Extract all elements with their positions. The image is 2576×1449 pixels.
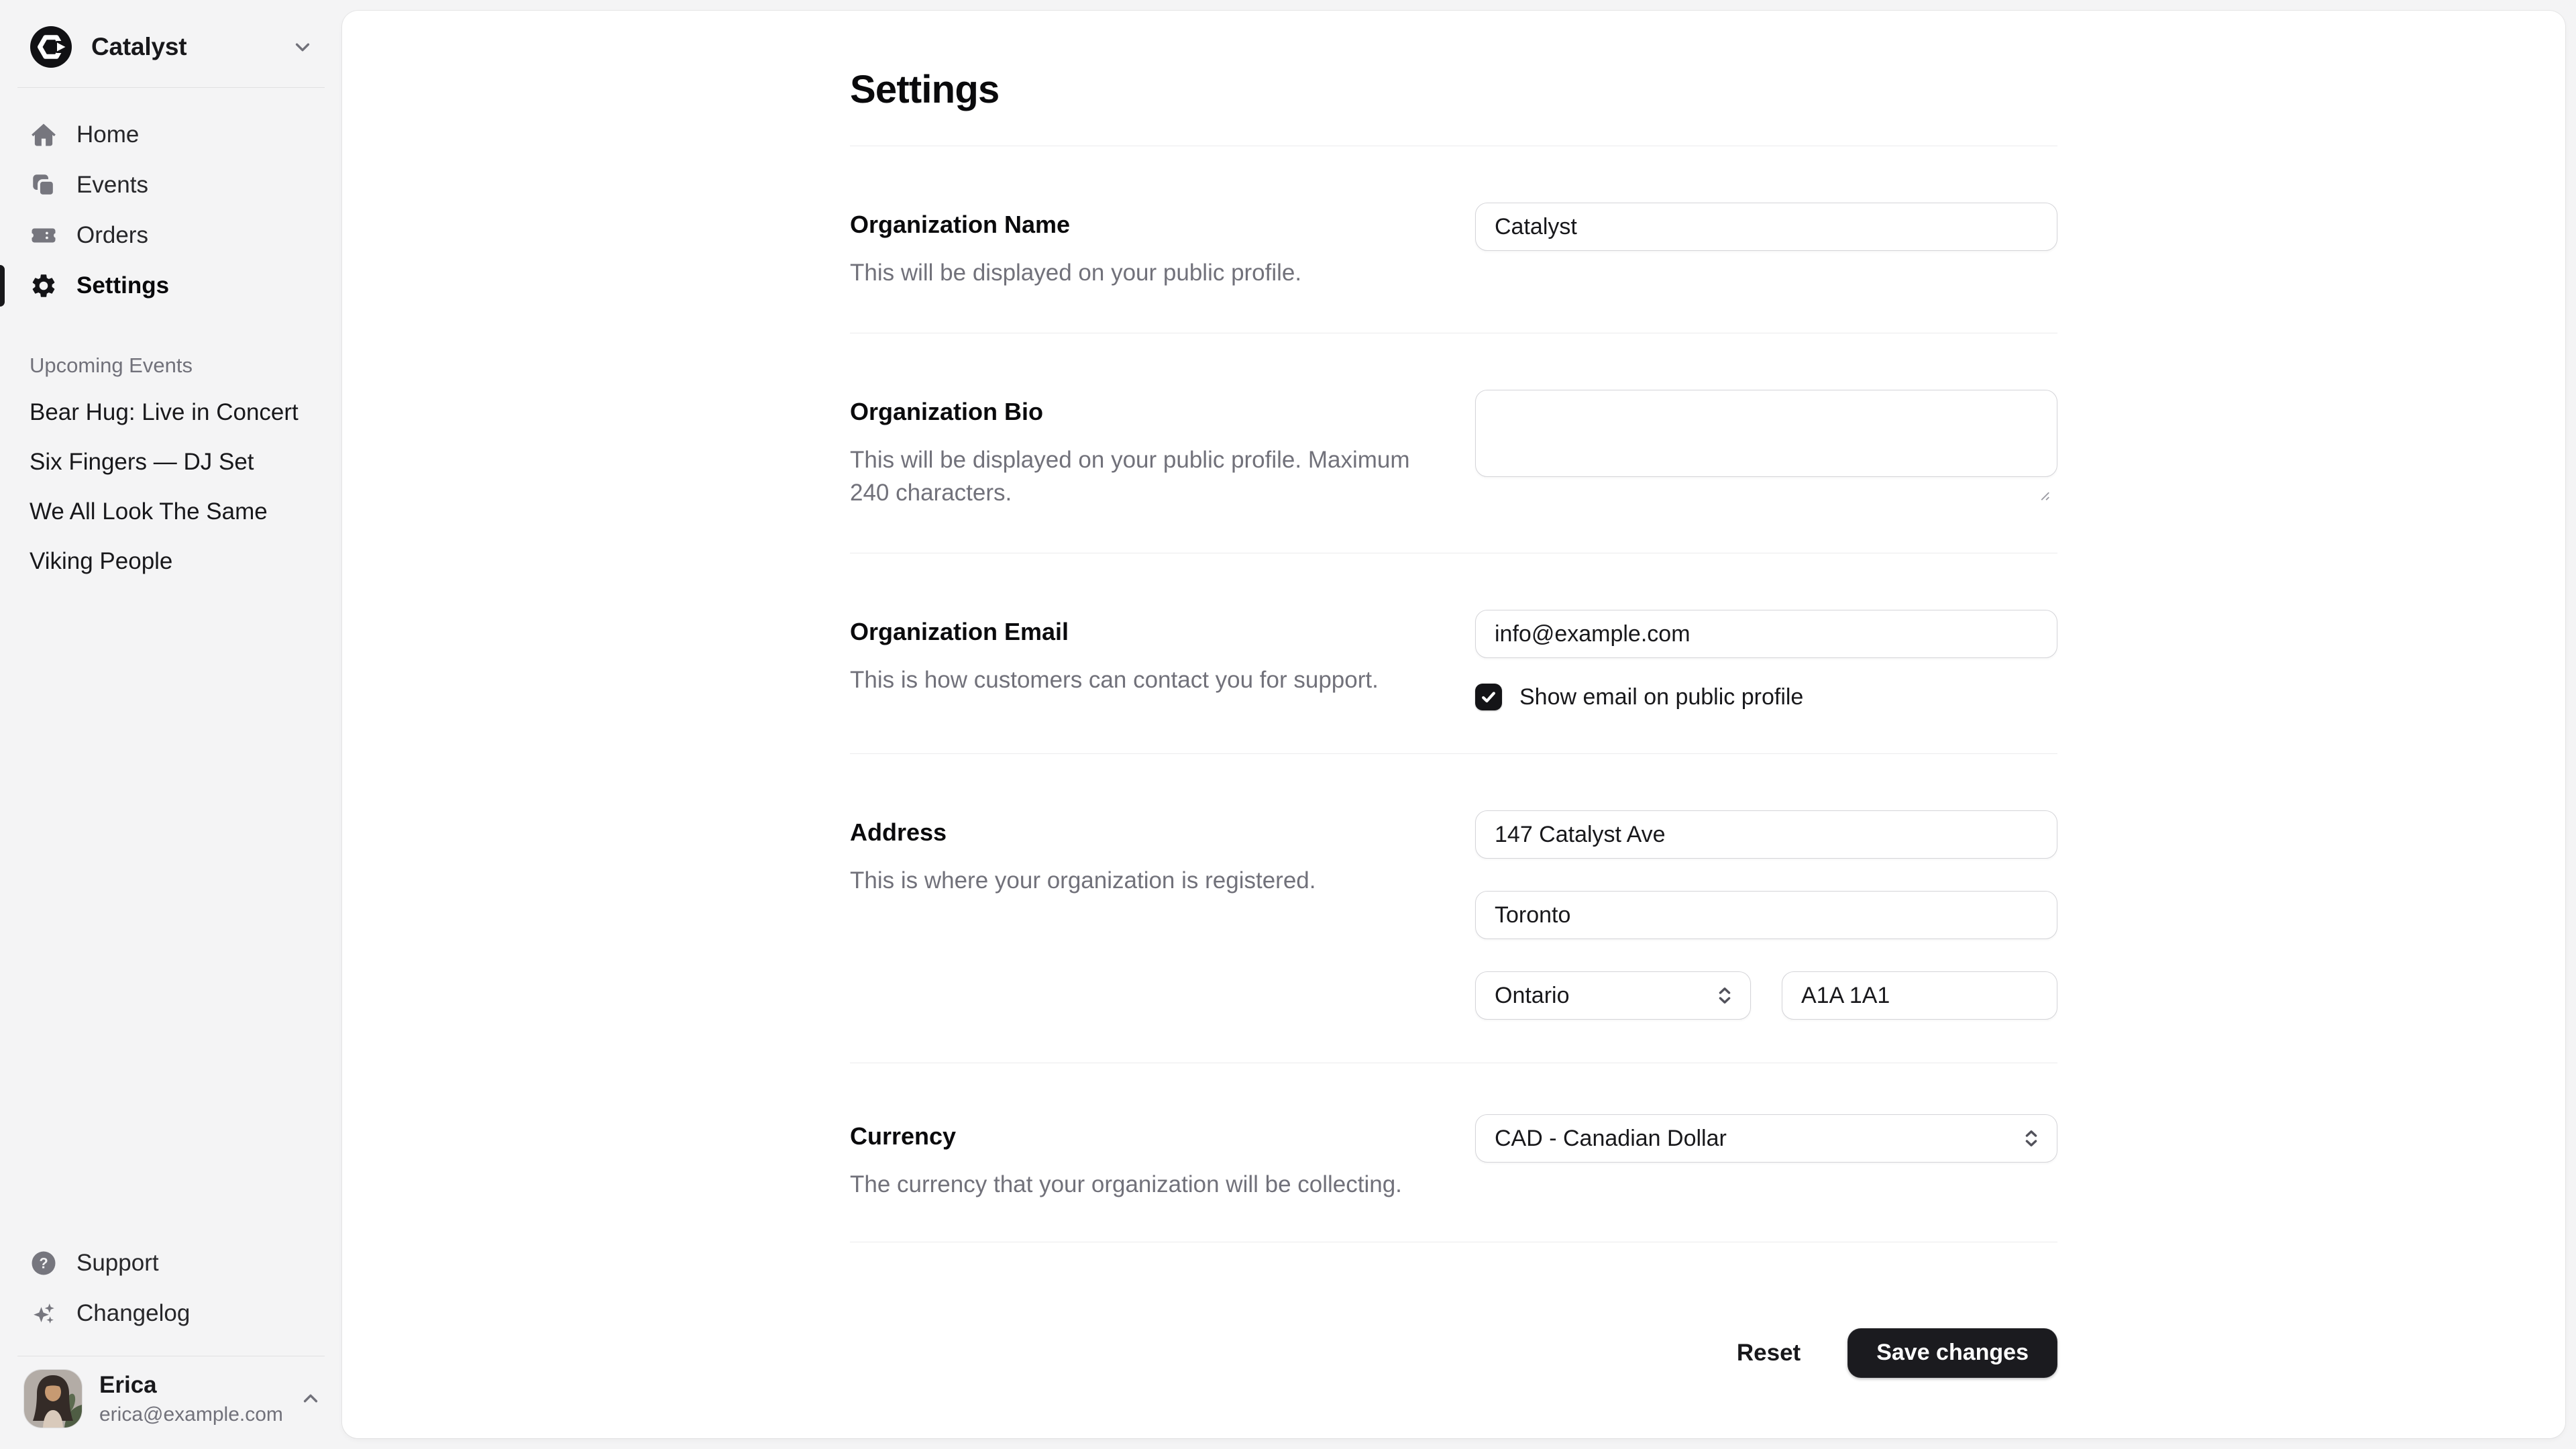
street-address-input[interactable]: [1475, 810, 2057, 859]
region-postal-row: Ontario: [1475, 971, 2057, 1020]
reset-button[interactable]: Reset: [1733, 1333, 1805, 1373]
address-description: This is where your organization is regis…: [850, 864, 1432, 898]
section-controls: [1475, 390, 2057, 510]
organization-name-input[interactable]: [1475, 203, 2057, 251]
currency-description: The currency that your organization will…: [850, 1168, 1432, 1201]
chevron-down-icon: [292, 37, 313, 57]
section-controls: Ontario: [1475, 810, 2057, 1020]
chevron-up-down-icon: [2021, 1128, 2042, 1149]
show-email-checkbox[interactable]: [1475, 684, 1502, 710]
organization-email-description: This is how customers can contact you fo…: [850, 663, 1432, 697]
event-link[interactable]: Bear Hug: Live in Concert: [17, 388, 325, 437]
event-link[interactable]: Six Fingers — DJ Set: [17, 438, 325, 486]
organization-name-label: Organization Name: [850, 211, 1432, 239]
sidebar-item-label: Settings: [76, 272, 169, 299]
show-email-checkbox-label: Show email on public profile: [1519, 684, 1803, 710]
page-title: Settings: [850, 67, 2057, 112]
currency-select-value: CAD - Canadian Dollar: [1495, 1126, 1727, 1152]
section-header: Organization Email This is how customers…: [850, 610, 1432, 710]
currency-label: Currency: [850, 1122, 1432, 1150]
organization-name-description: This will be displayed on your public pr…: [850, 256, 1432, 290]
check-icon: [1480, 688, 1497, 706]
upcoming-events-list: Bear Hug: Live in Concert Six Fingers — …: [0, 388, 342, 587]
event-link[interactable]: Viking People: [17, 537, 325, 586]
currency-select[interactable]: CAD - Canadian Dollar: [1475, 1114, 2057, 1163]
sidebar: Catalyst Home Events Orders: [0, 0, 342, 1449]
organization-bio-description: This will be displayed on your public pr…: [850, 443, 1432, 510]
user-email: erica@example.com: [99, 1403, 283, 1426]
sidebar-item-orders[interactable]: Orders: [17, 211, 325, 260]
main-panel: Settings Organization Name This will be …: [342, 11, 2565, 1438]
workspace-switcher[interactable]: Catalyst: [17, 17, 325, 76]
svg-text:?: ?: [39, 1255, 48, 1272]
sidebar-footer-nav: ? Support Changelog: [0, 1239, 342, 1356]
workspace-name: Catalyst: [91, 33, 186, 61]
ticket-icon: [30, 221, 58, 250]
sidebar-item-changelog[interactable]: Changelog: [17, 1289, 325, 1338]
sidebar-item-settings[interactable]: Settings: [17, 262, 325, 310]
sidebar-item-label: Changelog: [76, 1300, 190, 1327]
catalyst-logo-icon: [30, 25, 72, 68]
city-input[interactable]: [1475, 891, 2057, 939]
sidebar-item-label: Support: [76, 1250, 159, 1277]
sidebar-item-label: Orders: [76, 222, 148, 249]
organization-email-label: Organization Email: [850, 618, 1432, 646]
section-header: Organization Name This will be displayed…: [850, 203, 1432, 290]
address-label: Address: [850, 818, 1432, 847]
section-organization-name: Organization Name This will be displayed…: [850, 146, 2057, 333]
workspace-header: Catalyst: [17, 17, 325, 88]
section-controls: Show email on public profile: [1475, 610, 2057, 710]
sparkles-icon: [30, 1299, 58, 1328]
section-address: Address This is where your organization …: [850, 753, 2057, 1063]
section-controls: [1475, 203, 2057, 290]
sidebar-item-label: Events: [76, 172, 148, 199]
section-currency: Currency The currency that your organiza…: [850, 1063, 2057, 1242]
user-name: Erica: [99, 1372, 283, 1399]
section-header: Organization Bio This will be displayed …: [850, 390, 1432, 510]
question-circle-icon: ?: [30, 1249, 58, 1277]
section-header: Address This is where your organization …: [850, 810, 1432, 1020]
organization-bio-textarea[interactable]: [1475, 390, 2057, 477]
events-stack-icon: [30, 171, 58, 199]
home-icon: [30, 121, 58, 149]
postal-code-input[interactable]: [1782, 971, 2057, 1020]
chevron-up-down-icon: [1714, 985, 1735, 1006]
region-select-value: Ontario: [1495, 983, 1570, 1009]
section-organization-email: Organization Email This is how customers…: [850, 553, 2057, 753]
sidebar-item-support[interactable]: ? Support: [17, 1239, 325, 1287]
section-header: Currency The currency that your organiza…: [850, 1114, 1432, 1201]
form-actions: Reset Save changes: [850, 1242, 2057, 1438]
sidebar-nav: Home Events Orders Settings: [0, 88, 342, 312]
organization-email-input[interactable]: [1475, 610, 2057, 658]
sidebar-user-section: Erica erica@example.com: [17, 1356, 325, 1449]
settings-content: Settings Organization Name This will be …: [850, 11, 2057, 1438]
user-menu[interactable]: Erica erica@example.com: [17, 1370, 325, 1428]
section-controls: CAD - Canadian Dollar: [1475, 1114, 2057, 1201]
resize-handle-icon[interactable]: [2036, 487, 2051, 502]
upcoming-events-heading: Upcoming Events: [0, 354, 342, 378]
gear-icon: [30, 272, 58, 300]
user-meta: Erica erica@example.com: [99, 1372, 283, 1426]
chevron-up-icon: [301, 1389, 321, 1409]
show-email-row: Show email on public profile: [1475, 684, 2057, 710]
avatar: [24, 1370, 82, 1428]
sidebar-item-home[interactable]: Home: [17, 111, 325, 159]
event-link[interactable]: We All Look The Same: [17, 488, 325, 536]
region-select[interactable]: Ontario: [1475, 971, 1751, 1020]
save-changes-button[interactable]: Save changes: [1847, 1328, 2057, 1378]
sidebar-spacer: [0, 587, 342, 1239]
sidebar-item-label: Home: [76, 121, 139, 148]
sidebar-item-events[interactable]: Events: [17, 161, 325, 209]
section-organization-bio: Organization Bio This will be displayed …: [850, 333, 2057, 553]
organization-bio-label: Organization Bio: [850, 398, 1432, 426]
